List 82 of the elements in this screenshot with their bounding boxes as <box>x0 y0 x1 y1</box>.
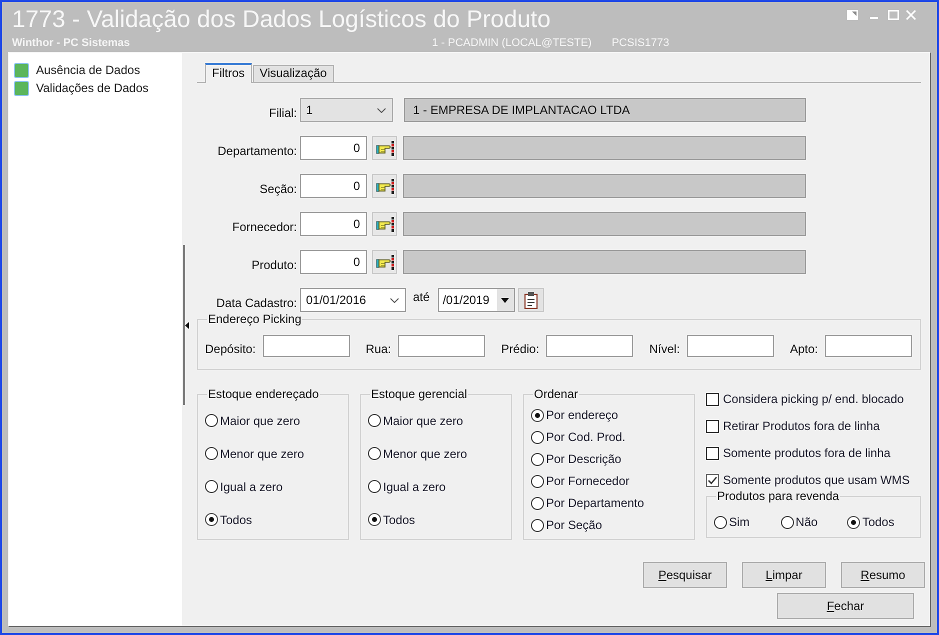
program-code: PCSIS1773 <box>612 37 670 49</box>
radio-option[interactable]: Por Seção <box>531 517 602 533</box>
radio-option[interactable]: Igual a zero <box>368 478 446 494</box>
calendar-icon <box>524 292 538 308</box>
radio-option[interactable]: Igual a zero <box>205 478 283 494</box>
text-field[interactable] <box>546 335 634 357</box>
close-icon[interactable] <box>906 10 916 20</box>
calendar-button[interactable] <box>518 288 544 312</box>
pointing-hand-icon <box>376 254 394 270</box>
lookup-button[interactable] <box>372 212 397 236</box>
group-title: Ordenar <box>533 387 580 401</box>
group-title: Endereço Picking <box>207 312 302 326</box>
radio-option[interactable]: Maior que zero <box>205 412 300 428</box>
chevron-down-icon <box>390 298 399 302</box>
action-button[interactable]: Fechar <box>777 593 914 619</box>
radio-option[interactable]: Por endereço <box>531 407 618 423</box>
window-title: 1773 - Validação dos Dados Logísticos do Produto <box>12 6 551 34</box>
range-separator: até <box>413 289 430 306</box>
tree-item[interactable]: Ausência de Dados <box>14 61 140 79</box>
number-field[interactable]: 0 <box>300 136 367 160</box>
field-label: Nível: <box>649 342 680 356</box>
pointing-hand-icon <box>376 140 394 156</box>
pointing-hand-icon <box>376 178 394 194</box>
date-field[interactable]: /01/2019 <box>438 288 515 312</box>
radio-option[interactable]: Maior que zero <box>368 412 464 428</box>
collapse-arrow-icon[interactable] <box>185 322 189 328</box>
branch-dropdown[interactable]: 1 <box>300 98 393 122</box>
date-dropdown[interactable]: 01/01/2016 <box>300 288 406 312</box>
field-label: Depósito: <box>205 342 256 356</box>
group-title: Estoque endereçado <box>207 387 320 401</box>
square-node-icon <box>14 80 29 96</box>
text-field[interactable] <box>825 335 912 357</box>
radio-option[interactable]: Por Departamento <box>531 495 644 511</box>
tile-icon[interactable] <box>847 10 858 20</box>
dropdown-button[interactable] <box>496 289 514 311</box>
field-label: Departamento: <box>216 143 298 160</box>
field-label: Fornecedor: <box>231 219 298 236</box>
checkbox-option[interactable]: Considera picking p/ end. blocado <box>706 390 904 408</box>
radio-option[interactable]: Todos <box>847 514 894 530</box>
radio-option[interactable]: Sim <box>714 514 750 530</box>
field-label: Filial: <box>268 105 298 122</box>
radio-option[interactable]: Não <box>780 514 818 530</box>
tab[interactable]: Filtros <box>205 63 252 83</box>
field-label: Seção: <box>258 181 298 198</box>
radio-option[interactable]: Todos <box>205 512 252 528</box>
tab[interactable]: Visualização <box>252 65 334 82</box>
action-button[interactable]: Limpar <box>742 562 826 588</box>
radio-option[interactable]: Por Descrição <box>531 451 622 467</box>
session-info: 1 - PCADMIN (LOCAL@TESTE) <box>432 37 592 49</box>
checkbox-option[interactable]: Somente produtos que usam WMS <box>706 471 910 489</box>
radio-option[interactable]: Por Cod. Prod. <box>531 429 626 445</box>
dropdown-arrow-icon <box>501 298 510 302</box>
text-field[interactable] <box>398 335 486 357</box>
maximize-icon[interactable] <box>888 10 899 20</box>
field-label: Apto: <box>790 342 818 356</box>
group-title: Produtos para revenda <box>716 489 840 503</box>
checkbox-option[interactable]: Retirar Produtos fora de linha <box>706 417 880 435</box>
action-button[interactable]: Pesquisar <box>643 562 727 588</box>
number-field[interactable]: 0 <box>300 212 367 236</box>
action-button[interactable]: Resumo <box>841 562 925 588</box>
tree-item[interactable]: Validações de Dados <box>14 79 149 97</box>
number-field[interactable]: 0 <box>300 174 367 198</box>
chevron-down-icon <box>377 108 386 112</box>
description-field: 1 - EMPRESA DE IMPLANTACAO LTDA <box>404 98 806 122</box>
lookup-button[interactable] <box>372 250 397 274</box>
lookup-button[interactable] <box>372 174 397 198</box>
radio-option[interactable]: Por Fornecedor <box>531 473 630 489</box>
number-field[interactable]: 0 <box>300 250 367 274</box>
field-label: Data Cadastro: <box>215 295 298 312</box>
lookup-button[interactable] <box>372 136 397 160</box>
text-field[interactable] <box>686 335 774 357</box>
radio-option[interactable]: Todos <box>368 512 416 528</box>
field-label: Prédio: <box>501 342 540 356</box>
group-title: Estoque gerencial <box>370 387 468 401</box>
radio-option[interactable]: Menor que zero <box>368 446 468 462</box>
radio-option[interactable]: Menor que zero <box>205 446 304 462</box>
checkbox-option[interactable]: Somente produtos fora de linha <box>706 444 890 462</box>
text-field[interactable] <box>262 335 350 357</box>
pointing-hand-icon <box>376 216 394 232</box>
field-label: Produto: <box>250 257 298 274</box>
square-node-icon <box>14 62 29 78</box>
field-label: Rua: <box>366 342 392 356</box>
